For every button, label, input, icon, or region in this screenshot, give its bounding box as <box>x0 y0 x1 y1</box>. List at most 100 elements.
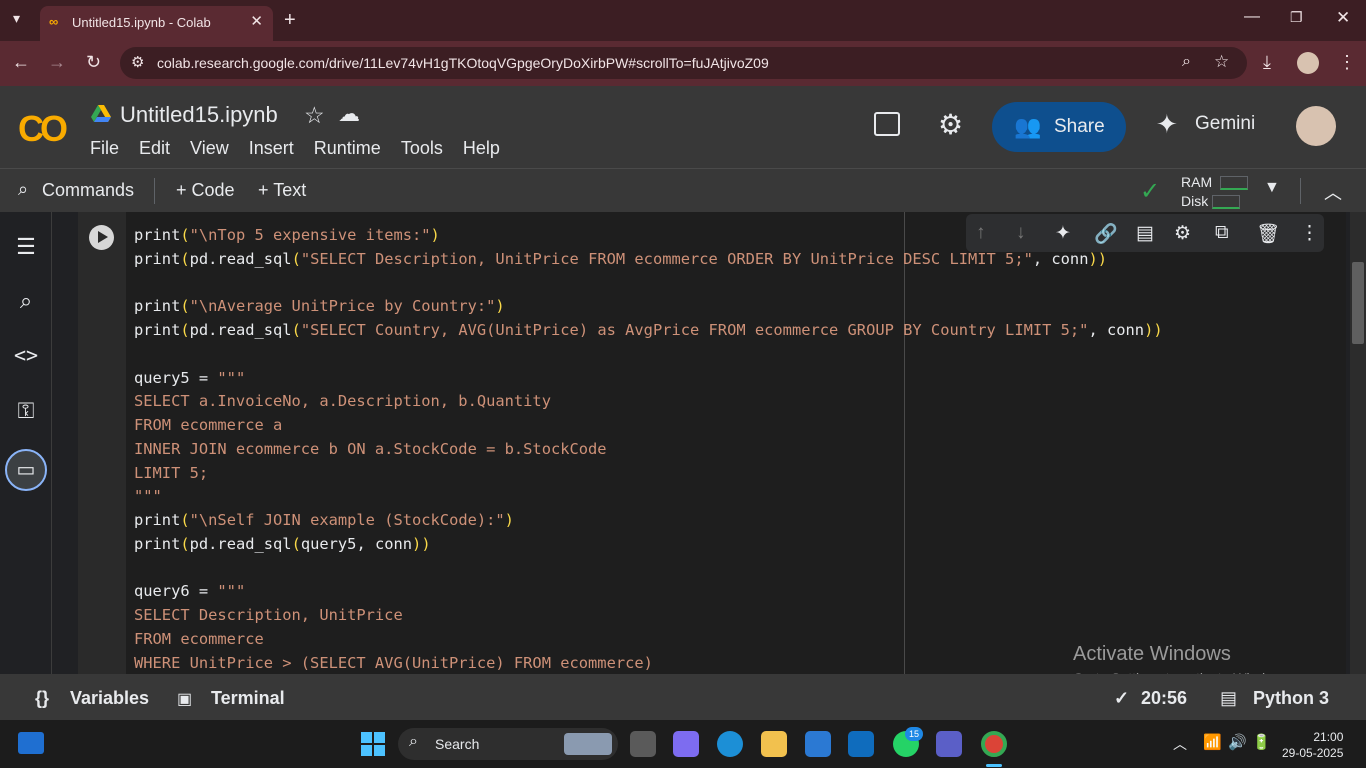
browser-menu-icon[interactable]: ⋮ <box>1338 52 1356 73</box>
copilot-icon[interactable] <box>673 731 699 757</box>
code-token: ) <box>495 297 505 316</box>
code-token: INNER JOIN ecommerce b ON a.StockCode = … <box>134 439 607 458</box>
new-tab-icon[interactable]: + <box>284 9 296 32</box>
colab-logo[interactable]: CO <box>18 108 68 150</box>
window-close-icon[interactable]: ✕ <box>1336 8 1350 28</box>
gemini-sparkle-icon[interactable]: ✦ <box>1156 109 1178 140</box>
star-icon[interactable]: ☆ <box>304 102 325 129</box>
code-token: "SELECT Country, AVG(UnitPrice) as AvgPr… <box>300 321 1089 339</box>
code-line: print(pd.read_sql(query5, conn)) <box>134 533 1163 557</box>
gemini-button[interactable]: Gemini <box>1195 113 1255 135</box>
commands-button[interactable]: Commands <box>42 180 134 201</box>
clock-time: 21:00 <box>1313 730 1344 744</box>
secrets-key-icon[interactable]: ⚿ <box>12 398 40 426</box>
colab-favicon-icon: ∞ <box>49 14 59 29</box>
add-text-button[interactable]: + Text <box>258 180 306 201</box>
reload-icon[interactable]: ↻ <box>86 52 101 73</box>
comment-icon[interactable]: ▤ <box>1136 222 1154 245</box>
menu-file[interactable]: File <box>90 138 119 159</box>
link-icon[interactable]: 🔗 <box>1094 222 1118 246</box>
code-editor[interactable]: print("\nTop 5 expensive items:") print(p… <box>134 224 1163 675</box>
terminal-button[interactable]: Terminal <box>211 688 285 709</box>
file-explorer-icon[interactable] <box>761 731 787 757</box>
taskbar-search[interactable]: ⌕ Search <box>398 728 618 760</box>
volume-icon[interactable]: 🔊 <box>1228 733 1247 751</box>
restore-icon[interactable]: ❐ <box>1290 9 1303 26</box>
code-line: SELECT Description, UnitPrice <box>134 604 1163 628</box>
scrollbar-thumb[interactable] <box>1352 262 1364 344</box>
code-token: "\nTop 5 expensive items:" <box>189 226 431 244</box>
more-options-icon[interactable]: ⋮ <box>1300 222 1319 245</box>
teams-icon[interactable] <box>936 731 962 757</box>
profile-avatar[interactable] <box>1297 52 1319 74</box>
menu-runtime[interactable]: Runtime <box>314 138 381 159</box>
run-cell-button[interactable] <box>89 225 114 250</box>
widgets-icon[interactable] <box>18 732 44 754</box>
edge-icon[interactable] <box>717 731 743 757</box>
microsoft-store-icon[interactable] <box>805 731 831 757</box>
system-clock[interactable]: 21:00 29-05-2025 <box>1282 729 1344 761</box>
variables-icon[interactable]: {} <box>35 688 49 709</box>
cell-settings-icon[interactable]: ⚙ <box>1174 222 1191 245</box>
code-token: print <box>134 249 181 268</box>
delete-icon[interactable]: 🗑 <box>1256 222 1280 246</box>
address-bar[interactable]: ⚙ colab.research.google.com/drive/11Lev7… <box>120 47 1247 79</box>
wifi-icon[interactable]: 📶 <box>1203 733 1222 751</box>
site-info-icon[interactable]: ⚙ <box>131 53 144 71</box>
notebook-title[interactable]: Untitled15.ipynb <box>120 102 278 128</box>
bookmark-star-icon[interactable]: ☆ <box>1214 52 1229 72</box>
runtime-dropdown-icon[interactable]: ▼ <box>1264 179 1280 197</box>
windows-start-icon[interactable] <box>361 732 385 756</box>
table-of-contents-icon[interactable]: ☰ <box>12 234 40 262</box>
cloud-saved-icon[interactable]: ☁ <box>338 101 360 127</box>
resource-monitor[interactable]: RAM Disk <box>1181 173 1249 211</box>
terminal-icon[interactable]: ▣ <box>177 689 192 709</box>
runtime-type[interactable]: Python 3 <box>1253 688 1329 709</box>
comments-icon[interactable] <box>874 112 900 136</box>
code-token: ( <box>291 321 301 339</box>
add-code-button[interactable]: + Code <box>176 180 235 201</box>
people-icon: 👥 <box>1014 114 1042 139</box>
back-icon[interactable]: ← <box>12 52 30 73</box>
code-token: pd.read_sql <box>189 249 292 268</box>
outlook-icon[interactable] <box>848 731 874 757</box>
menu-edit[interactable]: Edit <box>139 138 170 159</box>
tab-search-icon[interactable]: ▾ <box>13 10 20 27</box>
whatsapp-badge: 15 <box>905 727 923 741</box>
tray-chevron-icon[interactable]: ︿ <box>1173 734 1187 754</box>
settings-icon[interactable]: ⚙ <box>938 108 963 141</box>
move-up-icon[interactable]: ↑ <box>976 222 986 244</box>
menu-tools[interactable]: Tools <box>401 138 443 159</box>
minimize-icon[interactable]: — <box>1244 8 1260 26</box>
move-down-icon[interactable]: ↓ <box>1016 222 1026 244</box>
ram-meter <box>1220 176 1249 191</box>
code-token: ( <box>180 297 190 316</box>
code-token: SELECT a.InvoiceNo, a.Description, b.Qua… <box>134 392 551 411</box>
code-snippets-icon[interactable]: <> <box>12 343 40 371</box>
code-token: ( <box>180 249 190 268</box>
files-icon[interactable]: ▭ <box>5 449 47 491</box>
tab-close-icon[interactable]: ✕ <box>250 12 263 30</box>
zoom-icon[interactable]: ⌕ <box>1182 53 1191 71</box>
variables-button[interactable]: Variables <box>70 688 149 709</box>
forward-icon[interactable]: → <box>48 52 66 73</box>
chrome-icon[interactable] <box>981 731 1007 757</box>
find-icon[interactable]: ⌕ <box>12 288 40 316</box>
commands-bar: ⌕ Commands + Code + Text ✓ RAM Disk ▼ ︿ <box>0 168 1366 212</box>
mirror-cell-icon[interactable]: ⧉ <box>1215 222 1229 244</box>
menu-help[interactable]: Help <box>463 138 500 159</box>
execution-time[interactable]: 20:56 <box>1141 688 1187 709</box>
battery-icon[interactable]: 🔋 <box>1252 733 1271 751</box>
download-icon[interactable]: ⤓ <box>1263 52 1271 73</box>
task-view-icon[interactable] <box>630 731 656 757</box>
divider <box>1300 178 1301 204</box>
menu-view[interactable]: View <box>190 138 229 159</box>
clock-date: 29-05-2025 <box>1282 746 1344 760</box>
collapse-chevron-icon[interactable]: ︿ <box>1324 179 1342 205</box>
share-button[interactable]: 👥 Share <box>992 102 1126 152</box>
browser-tab[interactable]: ∞ Untitled15.ipynb - Colab ✕ <box>40 6 273 41</box>
gemini-cell-icon[interactable]: ✦ <box>1055 222 1071 245</box>
user-avatar[interactable] <box>1296 106 1336 146</box>
menu-insert[interactable]: Insert <box>249 138 294 159</box>
tab-title: Untitled15.ipynb - Colab <box>72 15 211 30</box>
